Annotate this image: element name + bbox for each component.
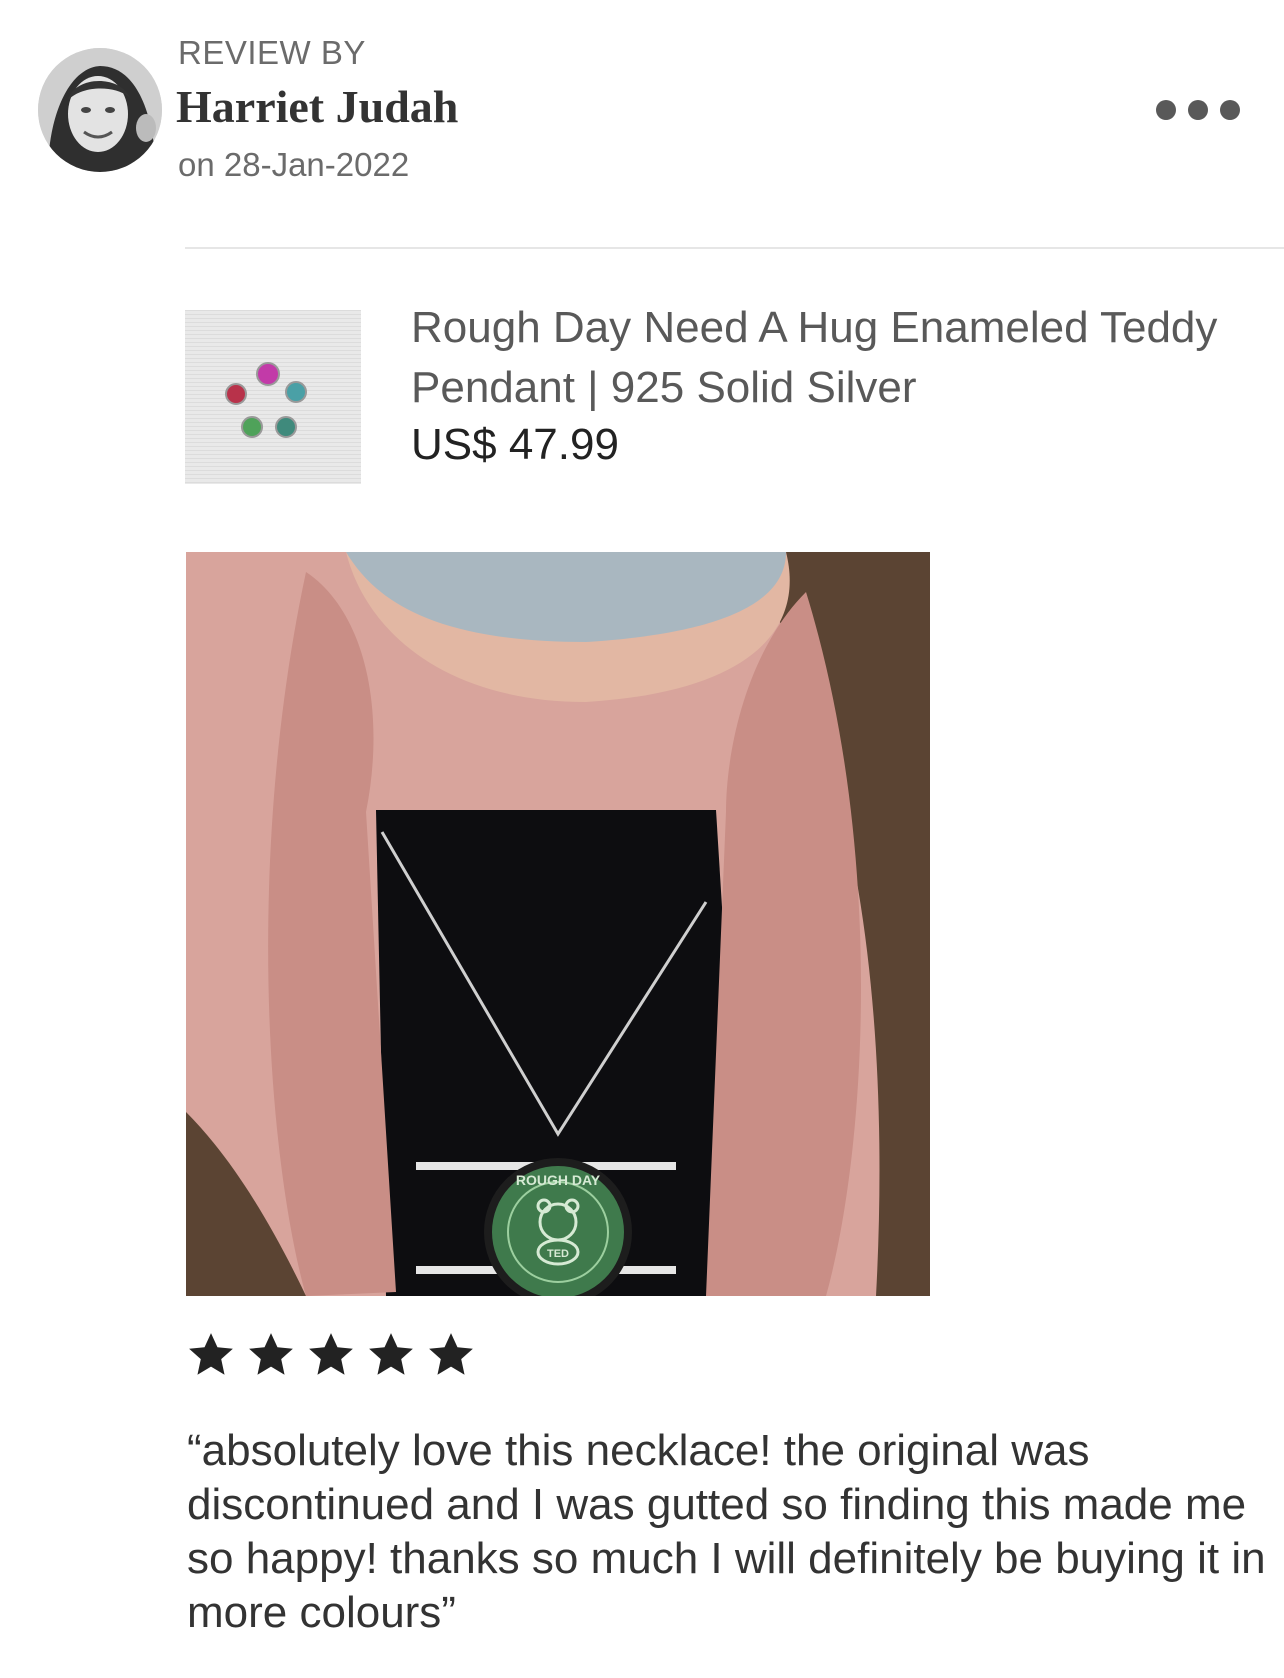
more-options-button[interactable] <box>1156 92 1240 128</box>
product-title[interactable]: Rough Day Need A Hug Enameled Teddy Pend… <box>411 298 1231 418</box>
product-thumbnail[interactable] <box>185 310 361 484</box>
review-date: on 28-Jan-2022 <box>178 146 410 183</box>
pendant-label: ROUGH DAY <box>516 1172 601 1188</box>
product-price: US$ 47.99 <box>411 420 619 469</box>
star-icon <box>309 1333 353 1375</box>
star-icon <box>189 1333 233 1375</box>
review-text: “absolutely love this necklace! the orig… <box>187 1426 1266 1637</box>
pendant-center-label: TED <box>547 1248 569 1260</box>
star-icon <box>369 1333 413 1375</box>
star-rating <box>186 1330 476 1380</box>
reviewer-avatar[interactable] <box>38 48 162 172</box>
necklace-worn-photo: ROUGH DAY TED <box>186 552 930 1296</box>
reviewer-name[interactable]: Harriet Judah <box>176 80 458 133</box>
review-by-label: REVIEW BY <box>178 34 366 71</box>
review-photo[interactable]: ROUGH DAY TED <box>186 552 930 1296</box>
star-icon <box>249 1333 293 1375</box>
pendant-colors-photo <box>185 310 361 484</box>
divider <box>185 247 1284 249</box>
more-dots-icon <box>1156 100 1176 120</box>
star-icon <box>429 1333 473 1375</box>
avatar-photo <box>38 48 162 172</box>
